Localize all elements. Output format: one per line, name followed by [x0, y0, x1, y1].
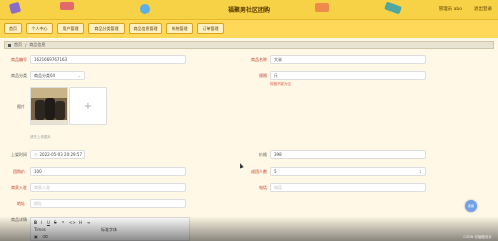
nav-personal-center[interactable]: 个人中心 — [26, 23, 53, 34]
time-input[interactable]: ◷ 2022-05-03 20:29:57 — [30, 150, 85, 159]
image-label: 图片 — [17, 104, 25, 109]
product-name-input[interactable]: 大米 — [270, 55, 426, 64]
nav-user-management[interactable]: 用户管理 — [57, 23, 84, 34]
mouse-cursor-icon — [238, 162, 244, 169]
category-select[interactable]: 商品分类04 ⌄ — [30, 71, 85, 80]
top-nav: 首页 个人中心 用户管理 商品分类管理 商品信息管理 系统管理 订单管理 — [0, 20, 498, 38]
stepper-icon: ⇕ — [418, 169, 422, 174]
time-value: 2022-05-03 20:29:57 — [39, 152, 82, 157]
nav-order-management[interactable]: 订单管理 — [197, 23, 224, 34]
underline-icon[interactable]: U — [47, 220, 50, 225]
price-input[interactable]: 398 — [270, 150, 426, 159]
group-count-value: 5 — [274, 169, 277, 174]
product-code-label: 商品编号 — [11, 57, 27, 62]
chevron-down-icon: ⌄ — [77, 73, 81, 78]
group-price-label: 团购价 — [13, 169, 25, 174]
chat-float-button[interactable]: 客服 — [465, 200, 477, 212]
category-selected-value: 商品分类04 — [34, 72, 56, 78]
spec-hint: 规格不能为空 — [270, 82, 291, 86]
code-icon[interactable]: <> — [69, 220, 76, 225]
font-select[interactable]: Times — [34, 227, 46, 232]
product-code-input[interactable]: 1621669767163 — [30, 55, 186, 64]
spec-input[interactable]: 斤 — [270, 71, 426, 80]
group-count-input[interactable]: 5 ⇕ — [270, 167, 426, 176]
breadcrumb: 首页 / 商品信息 — [4, 41, 494, 49]
breadcrumb-current: 商品信息 — [29, 42, 46, 47]
group-count-label: 成团人数 — [251, 169, 267, 174]
breadcrumb-separator: / — [25, 42, 27, 48]
detail-label: 商品详情 — [11, 217, 27, 222]
app-title: 福聚男社区团购 — [227, 7, 270, 14]
address-label: 地址 — [17, 201, 25, 206]
image-hint: 请先上传图片 — [30, 135, 51, 139]
logout-link[interactable]: 退出登录 — [474, 6, 492, 12]
calendar-icon: ◷ — [34, 152, 38, 157]
italic-icon[interactable]: I — [41, 220, 42, 225]
watermark: CSDN @编程设计 — [463, 235, 492, 239]
spec-label: 规格 — [259, 73, 267, 78]
image-upload-button[interactable]: + — [69, 87, 107, 125]
home-icon — [8, 43, 11, 47]
nav-home[interactable]: 首页 — [4, 23, 22, 34]
image-insert-icon[interactable]: ▣ — [34, 234, 38, 239]
breadcrumb-home[interactable]: 首页 — [14, 42, 22, 48]
plus-icon: + — [83, 100, 93, 112]
app-header: 福聚男社区团购 管理员 abo 退出登录 — [0, 0, 498, 20]
size-select[interactable]: 标准字体 — [101, 227, 117, 233]
phone-label: 电话 — [259, 185, 267, 190]
group-price-input[interactable]: 100 — [30, 167, 186, 176]
nav-product-management[interactable]: 商品信息管理 — [129, 23, 162, 34]
list-icon[interactable]: ≡ — [87, 220, 90, 225]
price-label: 价格 — [259, 152, 267, 157]
nav-category-management[interactable]: 商品分类管理 — [88, 23, 125, 34]
product-image-thumbnail[interactable] — [30, 87, 68, 125]
category-label: 商品分类 — [11, 73, 27, 78]
address-input[interactable]: 地址 — [30, 199, 186, 208]
merchant-input[interactable]: 商家入驻 — [30, 183, 186, 192]
rich-text-editor[interactable]: B I U S ❝ <> H ≡ Times 标准字体 ▣ ⌫ — [30, 217, 190, 241]
phone-input[interactable]: 电话 — [270, 183, 426, 192]
strikethrough-icon[interactable]: S — [54, 220, 57, 225]
product-photo — [31, 88, 67, 124]
current-user: 管理员 abo — [438, 7, 462, 12]
time-label: 上架时间 — [11, 152, 27, 157]
merchant-label: 商家入驻 — [11, 185, 27, 190]
bold-icon[interactable]: B — [34, 220, 37, 225]
clear-format-icon[interactable]: ⌫ — [42, 234, 48, 239]
product-name-label: 商品名称 — [251, 57, 267, 62]
nav-system-management[interactable]: 系统管理 — [166, 23, 193, 34]
heading-icon[interactable]: H — [79, 220, 82, 225]
quote-icon[interactable]: ❝ — [62, 220, 64, 225]
